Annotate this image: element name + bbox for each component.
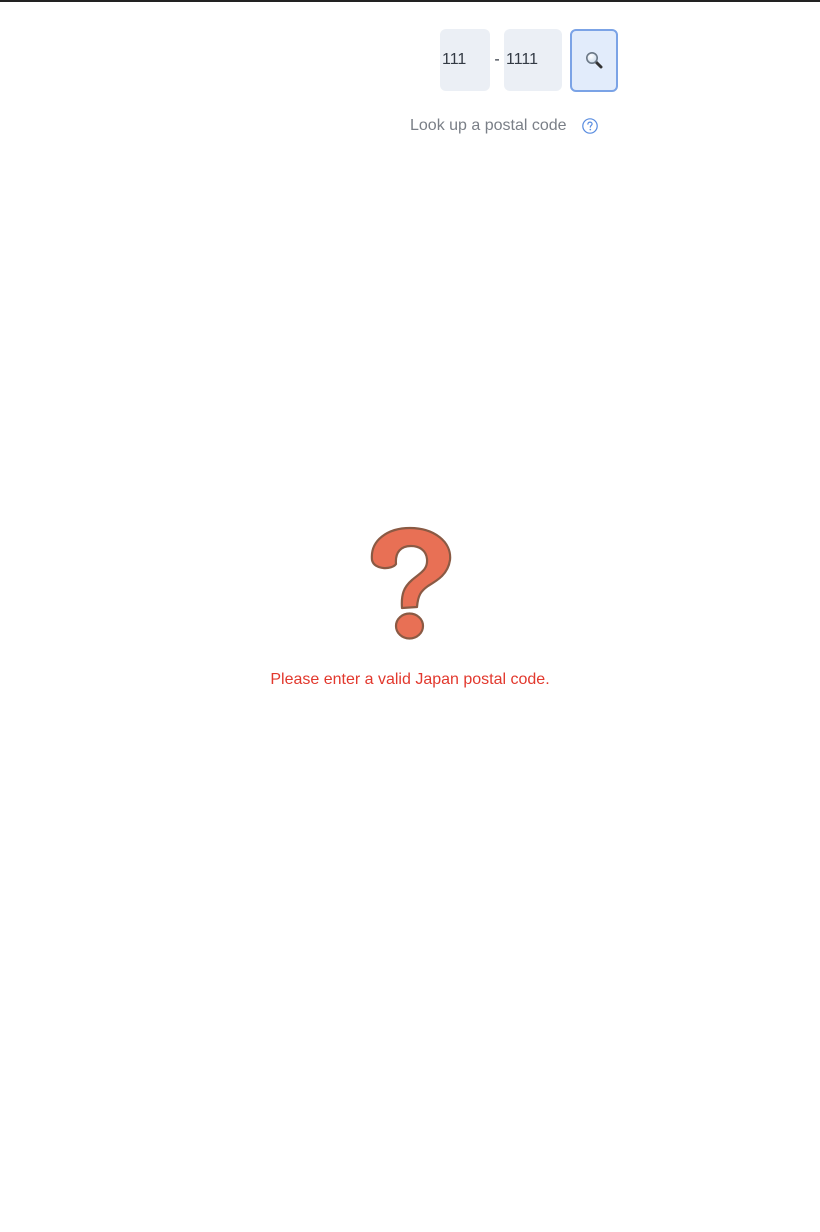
top-border [0, 0, 820, 2]
search-button[interactable] [570, 28, 618, 92]
postal-code-second-input[interactable] [504, 29, 562, 91]
postal-code-separator: - [494, 51, 500, 68]
help-question-circle-icon[interactable] [581, 118, 598, 134]
error-message: Please enter a valid Japan postal code. [270, 671, 550, 688]
lookup-row: Look up a postal code [410, 115, 598, 137]
postal-code-form: - [440, 28, 618, 92]
question-mark-icon [364, 524, 456, 644]
lookup-postal-code-link[interactable]: Look up a postal code [410, 117, 567, 135]
postal-code-first-input[interactable] [440, 29, 490, 91]
search-icon [585, 51, 603, 69]
